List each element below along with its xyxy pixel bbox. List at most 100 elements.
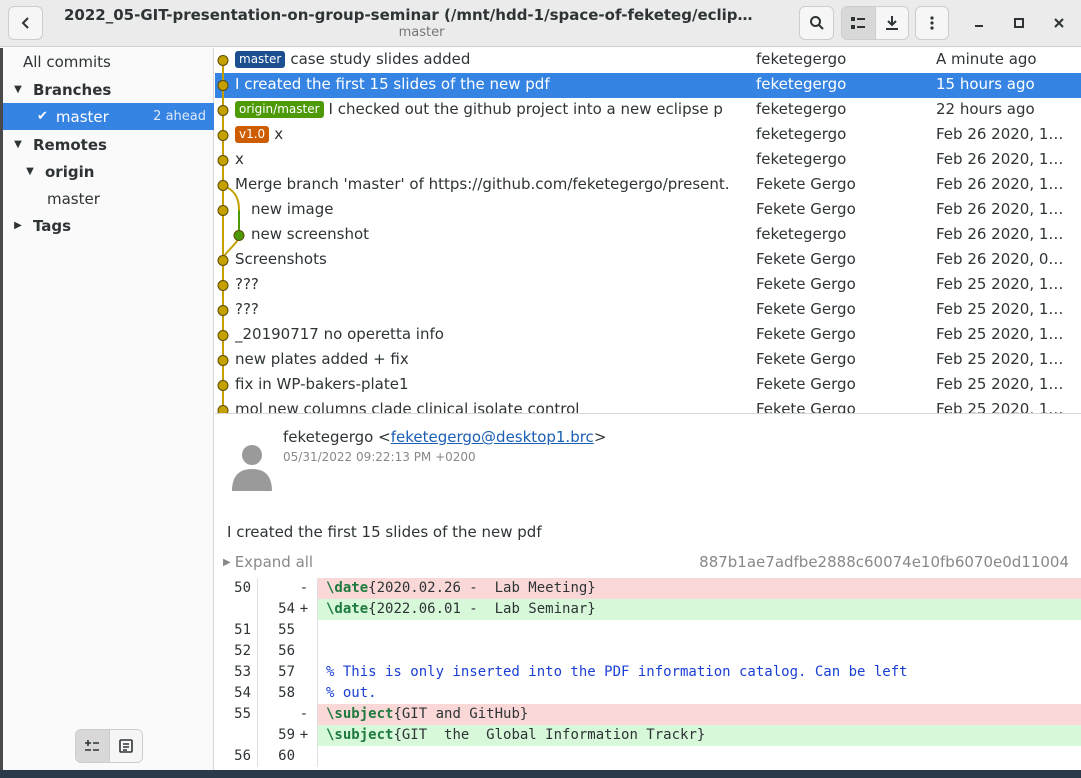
code-text: % This is only inserted into the PDF inf… <box>317 662 1081 683</box>
file-view-button[interactable] <box>108 730 142 762</box>
document-icon <box>119 739 133 753</box>
expand-triangle-icon: ▼ <box>26 166 34 177</box>
commit-list: master case study slides added feketegergo… <box>215 48 1081 414</box>
new-line-number-value: 57 <box>278 664 295 680</box>
commit-row[interactable]: Merge branch 'master' of https://github.… <box>215 173 1081 198</box>
expand-triangle-icon: ▼ <box>14 139 22 150</box>
commit-row[interactable]: v1.0 x feketegergo Feb 26 2020, 1… <box>215 123 1081 148</box>
commit-subject: I checked out the github project into a … <box>328 100 723 118</box>
commit-date-cell: Feb 26 2020, 1… <box>936 175 1064 193</box>
commit-date-cell: Feb 25 2020, 1… <box>936 375 1064 393</box>
commit-row[interactable]: new image Fekete Gergo Feb 26 2020, 1… <box>215 198 1081 223</box>
commit-author: feketegergo <box>756 150 847 168</box>
main-menu-button[interactable] <box>915 6 949 40</box>
new-line-number: - <box>257 704 317 725</box>
commit-date-cell: 15 hours ago <box>936 75 1035 93</box>
maximize-button[interactable] <box>1008 12 1030 34</box>
commit-row[interactable]: fix in WP-bakers-plate1 Fekete Gergo Feb 2… <box>215 373 1081 398</box>
commit-date-cell: 22 hours ago <box>936 100 1035 118</box>
code-token: \date <box>326 601 369 617</box>
sidebar-section-branches[interactable]: ▼ Branches <box>3 76 214 103</box>
commit-row[interactable]: new screenshot feketegergo Feb 26 2020, 1… <box>215 223 1081 248</box>
minimize-button[interactable] <box>968 12 990 34</box>
commit-row[interactable]: Screenshots Fekete Gergo Feb 26 2020, 0… <box>215 248 1081 273</box>
back-button[interactable] <box>8 6 43 40</box>
view-toggle-group <box>841 6 909 40</box>
ref-badge: v1.0 <box>235 125 270 143</box>
close-button[interactable] <box>1048 12 1070 34</box>
code-token: {GIT and GitHub} <box>393 706 529 722</box>
commit-row[interactable]: master case study slides added feketegergo… <box>215 48 1081 73</box>
new-line-number-value: 59 <box>278 727 295 743</box>
code-text <box>317 620 1081 641</box>
commit-subject-cell: I created the first 15 slides of the new… <box>235 75 753 93</box>
commit-author: Fekete Gergo <box>756 175 856 193</box>
diff-line: 53 57 % This is only inserted into the PDF… <box>215 662 1081 683</box>
commit-subject: x <box>274 125 284 143</box>
commit-author: Fekete Gergo <box>756 300 856 318</box>
new-line-number-value: 60 <box>278 748 295 764</box>
commit-subject-cell: master case study slides added <box>235 50 753 68</box>
commit-author: Fekete Gergo <box>756 325 856 343</box>
commit-author: Fekete Gergo <box>756 400 856 414</box>
minimize-icon <box>975 25 983 27</box>
branch-master-label: master <box>55 107 109 126</box>
new-line-number: 54 + <box>257 599 317 620</box>
commit-author: feketegergo <box>756 225 847 243</box>
code-text: \subject{GIT and GitHub} <box>317 704 1081 725</box>
commit-row[interactable]: I created the first 15 slides of the new… <box>215 73 1081 98</box>
code-token: \date <box>326 580 369 596</box>
commit-date-cell: A minute ago <box>936 50 1037 68</box>
commit-row[interactable]: ??? Fekete Gergo Feb 25 2020, 1… <box>215 298 1081 323</box>
commit-date: 05/31/2022 09:22:13 PM +0200 <box>283 450 476 464</box>
commit-date-cell: Feb 25 2020, 1… <box>936 325 1064 343</box>
diff-icon <box>85 740 100 751</box>
remote-origin-label: origin <box>45 162 95 181</box>
new-line-number-value: 58 <box>278 685 295 701</box>
sidebar-item-origin-master[interactable]: master <box>3 185 214 212</box>
diff-line: 55- \subject{GIT and GitHub} <box>215 704 1081 725</box>
sidebar-item-all-commits[interactable]: All commits <box>3 48 214 75</box>
chevron-left-icon <box>21 17 29 29</box>
expand-all-button[interactable]: ▶ Expand all <box>223 553 313 571</box>
commit-subject: new image <box>251 200 334 218</box>
commit-sha[interactable]: 887b1ae7adfbe2888c60074e10fb6070e0d11004 <box>699 553 1069 571</box>
sidebar-item-branch-master[interactable]: ✔ master 2 ahead <box>3 103 214 130</box>
commit-row[interactable]: origin/master I checked out the github pr… <box>215 98 1081 123</box>
commit-subject-cell: new image <box>251 200 769 218</box>
desktop-taskbar-strip <box>0 770 1081 778</box>
commit-author: Fekete Gergo <box>756 350 856 368</box>
commit-details: feketegergo <feketegergo@desktop1.brc> 0… <box>215 415 1081 770</box>
commit-subject-cell: x <box>235 150 753 168</box>
list-view-button[interactable] <box>842 7 875 39</box>
maximize-icon <box>1014 18 1024 28</box>
diff-line: 50- \date{2020.02.26 - Lab Meeting} <box>215 578 1081 599</box>
diff-view-button[interactable] <box>76 730 109 762</box>
commit-row[interactable]: new plates added + fix Fekete Gergo Feb 25… <box>215 348 1081 373</box>
commit-row[interactable]: x feketegergo Feb 26 2020, 1… <box>215 148 1081 173</box>
sidebar-section-remotes[interactable]: ▼ Remotes <box>3 131 214 158</box>
author-email-link[interactable]: feketegergo@desktop1.brc <box>391 428 594 446</box>
commit-row[interactable]: mol new columns clade clinical isolate c… <box>215 398 1081 414</box>
new-line-number: 60 <box>257 746 317 767</box>
commit-subject: fix in WP-bakers-plate1 <box>235 375 409 393</box>
window-subtitle: master <box>398 25 445 40</box>
new-line-number-value: 54 <box>278 601 295 617</box>
layout-toggle-group <box>75 729 143 763</box>
commit-subject-cell: mol new columns clade clinical isolate c… <box>235 400 753 413</box>
search-button[interactable] <box>799 6 834 40</box>
commit-subject-cell: fix in WP-bakers-plate1 <box>235 375 753 393</box>
code-text <box>317 746 1081 767</box>
diff-view: 50- \date{2020.02.26 - Lab Meeting} 54 + \da… <box>215 578 1081 770</box>
tags-label: Tags <box>33 216 72 235</box>
commit-row[interactable]: ??? Fekete Gergo Feb 25 2020, 1… <box>215 273 1081 298</box>
sidebar-section-tags[interactable]: ▶ Tags <box>3 212 214 239</box>
new-line-number: 59 + <box>257 725 317 746</box>
commit-subject: ??? <box>235 275 259 293</box>
commit-row[interactable]: _20190717 no operetta info Fekete Gergo Fe… <box>215 323 1081 348</box>
fetch-button[interactable] <box>874 7 908 39</box>
remotes-label: Remotes <box>33 135 107 154</box>
sidebar-item-remote-origin[interactable]: ▼ origin <box>3 158 214 185</box>
code-token: % out. <box>326 685 377 701</box>
avatar-icon <box>232 445 272 491</box>
